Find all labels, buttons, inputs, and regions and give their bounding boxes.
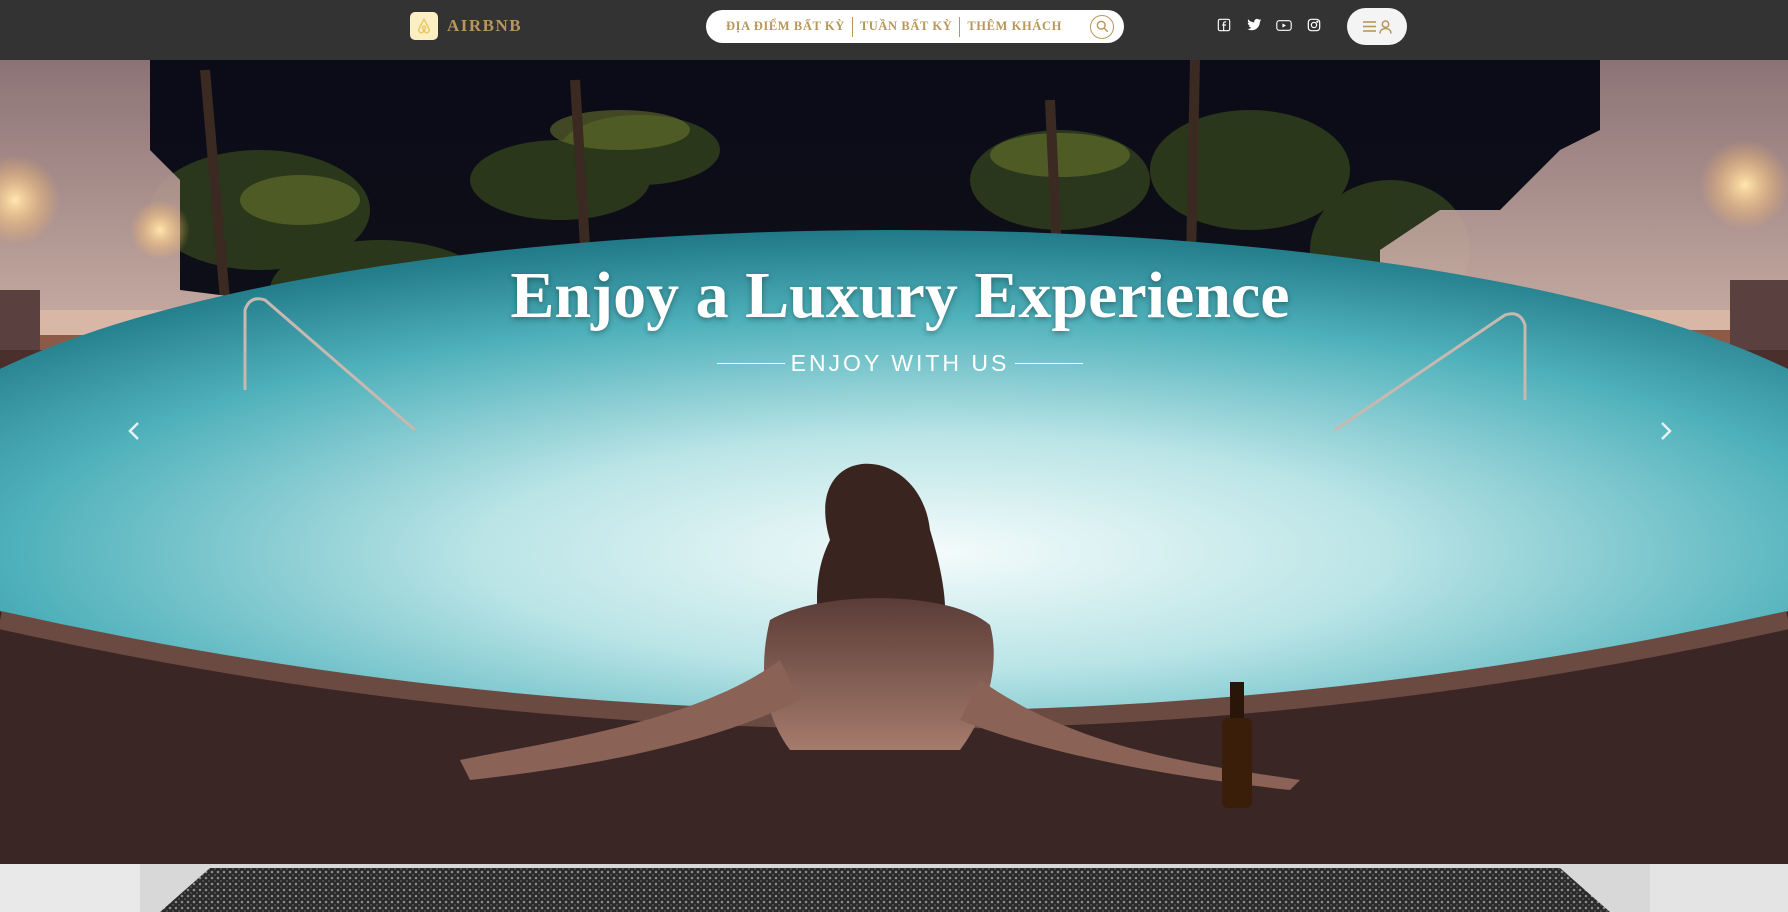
search-divider	[959, 16, 961, 37]
user-icon	[1379, 19, 1392, 34]
twitter-icon[interactable]	[1246, 17, 1262, 33]
hero-subtitle-row: ENJOY WITH US	[0, 350, 1788, 377]
hero-carousel: Enjoy a Luxury Experience ENJOY WITH US	[0, 60, 1788, 864]
brand-name: AIRBNB	[447, 16, 523, 35]
menu-icon	[1363, 21, 1376, 32]
brand-link[interactable]: AIRBNB	[410, 12, 522, 40]
user-menu-button[interactable]	[1347, 8, 1407, 45]
hero-subtitle: ENJOY WITH US	[790, 350, 1010, 376]
search-bar[interactable]: ĐỊA ĐIỂM BẤT KỲ TUẦN BẤT KỲ THÊM KHÁCH	[706, 10, 1124, 43]
subtitle-rule-right	[1015, 363, 1084, 364]
search-location[interactable]: ĐỊA ĐIỂM BẤT KỲ	[722, 19, 849, 34]
chevron-left-icon	[128, 422, 139, 440]
hero-title: Enjoy a Luxury Experience	[510, 259, 1290, 332]
search-icon	[1096, 20, 1108, 33]
carousel-next-button[interactable]	[1651, 416, 1681, 446]
search-button[interactable]	[1090, 14, 1114, 39]
chevron-right-icon	[1661, 422, 1672, 440]
top-navbar: AIRBNB ĐỊA ĐIỂM BẤT KỲ TUẦN BẤT KỲ THÊM …	[0, 0, 1788, 60]
search-divider	[851, 16, 853, 37]
next-section-image	[0, 864, 1788, 912]
social-links	[1216, 16, 1322, 34]
youtube-icon[interactable]	[1276, 17, 1292, 33]
facebook-icon[interactable]	[1216, 17, 1232, 33]
carousel-prev-button[interactable]	[119, 416, 149, 446]
instagram-icon[interactable]	[1306, 17, 1322, 33]
hero-background-image	[0, 60, 1788, 864]
subtitle-rule-left	[716, 363, 785, 364]
search-week[interactable]: TUẦN BẤT KỲ	[856, 19, 957, 34]
airbnb-logo-icon	[410, 12, 438, 40]
search-guests[interactable]: THÊM KHÁCH	[963, 19, 1066, 34]
